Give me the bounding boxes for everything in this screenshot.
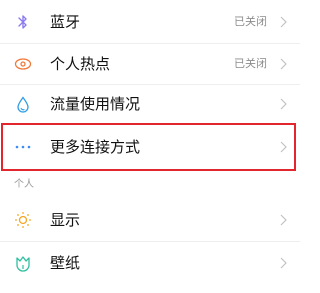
more-connections-icon <box>14 138 32 156</box>
settings-item-hotspot[interactable]: 个人热点 已关闭 <box>0 44 300 84</box>
chevron-right-icon <box>278 15 288 29</box>
settings-item-data-usage[interactable]: 流量使用情况 <box>0 85 300 123</box>
section-title-personal: 个人 <box>14 179 34 190</box>
hotspot-icon <box>14 55 32 73</box>
chevron-right-icon <box>278 256 288 270</box>
wallpaper-label: 壁纸 <box>50 254 81 272</box>
divider <box>0 241 300 242</box>
chevron-right-icon <box>278 57 288 71</box>
more-connections-label: 更多连接方式 <box>50 138 141 156</box>
settings-item-display[interactable]: 显示 <box>0 200 300 240</box>
chevron-right-icon <box>278 97 288 111</box>
bluetooth-label: 蓝牙 <box>50 13 81 31</box>
data-usage-label: 流量使用情况 <box>50 95 141 113</box>
bluetooth-status: 已关闭 <box>234 15 267 28</box>
settings-item-wallpaper[interactable]: 壁纸 <box>0 243 300 283</box>
chevron-right-icon <box>278 213 288 227</box>
chevron-right-icon <box>278 140 288 154</box>
wallpaper-icon <box>14 254 32 272</box>
hotspot-label: 个人热点 <box>50 55 111 73</box>
display-icon <box>14 211 32 229</box>
hotspot-status: 已关闭 <box>234 57 267 70</box>
settings-item-more-connections[interactable]: 更多连接方式 <box>0 125 300 169</box>
display-label: 显示 <box>50 211 81 229</box>
settings-item-bluetooth[interactable]: 蓝牙 已关闭 <box>0 2 300 42</box>
data-usage-icon <box>14 95 32 113</box>
bluetooth-icon <box>14 13 32 31</box>
